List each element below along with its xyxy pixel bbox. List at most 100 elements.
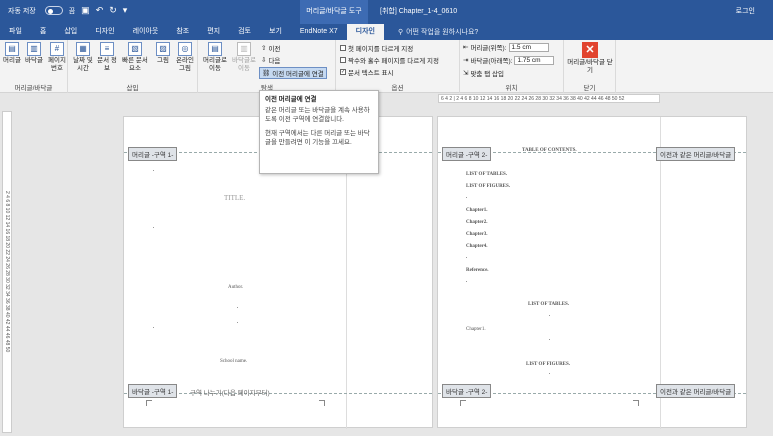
header-top-input[interactable]: 1.5 cm xyxy=(508,42,549,52)
paragraph-mark xyxy=(153,327,154,328)
docinfo-button[interactable]: ≡ 문서 정보 xyxy=(96,42,118,73)
redo-icon[interactable]: ↻ xyxy=(109,5,117,16)
autosave-state: 끔 xyxy=(68,7,76,15)
goto-header-icon: ▤ xyxy=(208,42,222,56)
group-position: ⇤ 머리글(위쪽): 1.5 cm ⇥ 바닥글(아래쪽): 1.75 cm ⇲ … xyxy=(460,40,564,93)
toc-entry: Chapter2. xyxy=(466,220,488,225)
page-2-header-same-tag: 이전과 같은 머리글/바닥글 xyxy=(656,147,736,161)
tab-design[interactable]: 디자인 xyxy=(86,24,123,40)
close-hf-button[interactable]: ✕ 머리글/바닥글 닫기 xyxy=(566,42,614,75)
tab-endnote[interactable]: EndNote X7 xyxy=(291,24,347,40)
paragraph-mark xyxy=(549,315,550,316)
option-diff-odd-even[interactable]: 짝수와 홀수 페이지를 다르게 지정 xyxy=(340,55,439,65)
online-picture-label: 온라인 그림 xyxy=(176,57,194,72)
page-number-button[interactable]: # 페이지 번호 xyxy=(46,42,68,73)
save-icon[interactable]: ▣ xyxy=(81,5,90,16)
header-button-label: 머리글 xyxy=(3,57,21,64)
footer-bottom-input[interactable]: 1.75 cm xyxy=(514,55,555,65)
page-2[interactable]: 머리글 -구역 2- 이전과 같은 머리글/바닥글 TABLE OF CONTE… xyxy=(437,116,747,429)
next-label: 다음 xyxy=(268,58,281,65)
customize-qat-icon[interactable]: ▾ xyxy=(123,5,128,16)
goto-footer-icon: ▥ xyxy=(237,42,251,56)
horizontal-ruler[interactable]: 6 4 2 | 2 4 6 8 10 12 14 16 18 20 22 24 … xyxy=(438,94,660,103)
align-tab-button[interactable]: ⇲ 맞춤 탭 삽입 xyxy=(463,68,504,78)
align-tab-label: 맞춤 탭 삽입 xyxy=(470,71,504,78)
previous-button[interactable]: ⇧ 이전 xyxy=(261,43,280,53)
option-diff-first[interactable]: 첫 페이지를 다르게 지정 xyxy=(340,43,413,53)
footer-bottom-icon: ⇥ xyxy=(463,57,469,64)
show-doc-text-label: 문서 텍스트 표시 xyxy=(348,70,394,77)
tab-insert[interactable]: 삽입 xyxy=(55,24,86,40)
page-2-header-tag: 머리글 -구역 2- xyxy=(442,147,492,161)
paragraph-mark xyxy=(466,281,467,282)
goto-footer-button[interactable]: ▥ 바닥글로 이동 xyxy=(230,42,258,73)
tab-view[interactable]: 보기 xyxy=(260,24,291,40)
page-2-footer-tag: 바닥글 -구역 2- xyxy=(442,384,492,398)
footer-button[interactable]: ▥ 바닥글 xyxy=(24,42,44,65)
header-top-label: 머리글(위쪽): xyxy=(470,45,507,52)
link-previous-button[interactable]: ⛓ 이전 머리글에 연결 xyxy=(259,67,327,79)
checkbox-diff-first[interactable] xyxy=(340,45,346,51)
page-1-author: Author. xyxy=(228,285,244,290)
group-insert: ▦ 날짜 및 시간 ≡ 문서 정보 ▧ 빠른 문서 요소 ▨ 그림 ◎ 온라인 … xyxy=(68,40,198,93)
next-icon: ⇩ xyxy=(261,57,267,64)
diff-odd-even-label: 짝수와 홀수 페이지를 다르게 지정 xyxy=(348,58,439,65)
tell-me-box[interactable]: ⚲ 어떤 작업을 원하시나요? xyxy=(398,27,478,37)
margin-corner-mark xyxy=(633,400,639,406)
margin-corner-mark xyxy=(146,400,152,406)
online-picture-button[interactable]: ◎ 온라인 그림 xyxy=(174,42,196,73)
tab-mailings[interactable]: 편지 xyxy=(198,24,229,40)
toc-entry: LIST OF FIGURES. xyxy=(466,184,511,189)
goto-header-label: 머리글로 이동 xyxy=(203,57,227,72)
previous-icon: ⇧ xyxy=(261,45,267,52)
page-number-label: 페이지 번호 xyxy=(48,57,66,72)
close-hf-label: 머리글/바닥글 닫기 xyxy=(567,59,613,74)
header-button[interactable]: ▤ 머리글 xyxy=(2,42,22,65)
quickparts-icon: ▧ xyxy=(128,42,142,56)
page-2-footer-same-tag: 이전과 같은 머리글/바닥글 xyxy=(656,384,736,398)
document-title: [취합] Chapter_1-4_0610 xyxy=(380,8,458,15)
goto-header-button[interactable]: ▤ 머리글로 이동 xyxy=(202,42,228,73)
tab-references[interactable]: 참조 xyxy=(167,24,198,40)
link-previous-label: 이전 머리글에 연결 xyxy=(272,71,324,78)
margin-corner-mark xyxy=(319,400,325,406)
document-workspace: 6 4 2 | 2 4 6 8 10 12 14 16 18 20 22 24 … xyxy=(0,93,773,436)
footer-bottom-label: 바닥글(아래쪽): xyxy=(470,58,513,65)
tab-review[interactable]: 검토 xyxy=(229,24,260,40)
group-label-position: 위치 xyxy=(505,85,518,92)
vertical-ruler[interactable]: 2 4 6 8 10 12 14 16 18 20 22 24 26 28 30… xyxy=(2,111,12,433)
tab-home[interactable]: 홈 xyxy=(31,24,55,40)
tab-hf-design[interactable]: 디자인 xyxy=(346,24,384,40)
datetime-label: 날짜 및 시간 xyxy=(73,57,93,72)
paragraph-mark xyxy=(237,322,238,323)
toc-entry: Reference. xyxy=(466,268,489,273)
tab-layout[interactable]: 레이아웃 xyxy=(124,24,168,40)
toc-entry: Chapter4. xyxy=(466,244,488,249)
checkbox-show-doc-text[interactable]: ✓ xyxy=(340,69,346,75)
header-top-setting: ⇤ 머리글(위쪽): 1.5 cm xyxy=(463,42,549,52)
group-header-footer: ▤ 머리글 ▥ 바닥글 # 페이지 번호 머리글/바닥글 xyxy=(0,40,68,93)
footer-bottom-setting: ⇥ 바닥글(아래쪽): 1.75 cm xyxy=(463,55,555,65)
group-navigation: ▤ 머리글로 이동 ▥ 바닥글로 이동 ⇧ 이전 ⇩ 다음 ⛓ 이전 머리글에 … xyxy=(198,40,336,93)
footer-icon: ▥ xyxy=(27,42,41,56)
tab-file[interactable]: 파일 xyxy=(0,24,31,40)
undo-icon[interactable]: ↶ xyxy=(96,5,104,16)
paragraph-mark xyxy=(549,339,550,340)
paragraph-mark xyxy=(466,257,467,258)
picture-button[interactable]: ▨ 그림 xyxy=(154,42,172,65)
tell-me-text: 어떤 작업을 원하시나요? xyxy=(406,29,479,36)
checkbox-diff-odd-even[interactable] xyxy=(340,57,346,63)
autosave-toggle[interactable] xyxy=(44,6,63,15)
list-of-figures-title: LIST OF FIGURES. xyxy=(526,362,571,367)
previous-label: 이전 xyxy=(268,46,281,53)
page-1-footer-tag: 바닥글 -구역 1- xyxy=(128,384,178,398)
picture-icon: ▨ xyxy=(156,42,170,56)
datetime-button[interactable]: ▦ 날짜 및 시간 xyxy=(72,42,94,73)
login-link[interactable]: 로그인 xyxy=(736,0,755,24)
next-button[interactable]: ⇩ 다음 xyxy=(261,55,280,65)
link-previous-tooltip: 이전 머리글에 연결 같은 머리글 또는 바닥글을 계속 사용하도록 이전 구역… xyxy=(259,90,379,174)
quickparts-button[interactable]: ▧ 빠른 문서 요소 xyxy=(120,42,150,73)
margin-corner-mark xyxy=(460,400,466,406)
autosave-label: 자동 저장 xyxy=(8,7,36,15)
option-show-doc-text[interactable]: ✓ 문서 텍스트 표시 xyxy=(340,67,393,77)
